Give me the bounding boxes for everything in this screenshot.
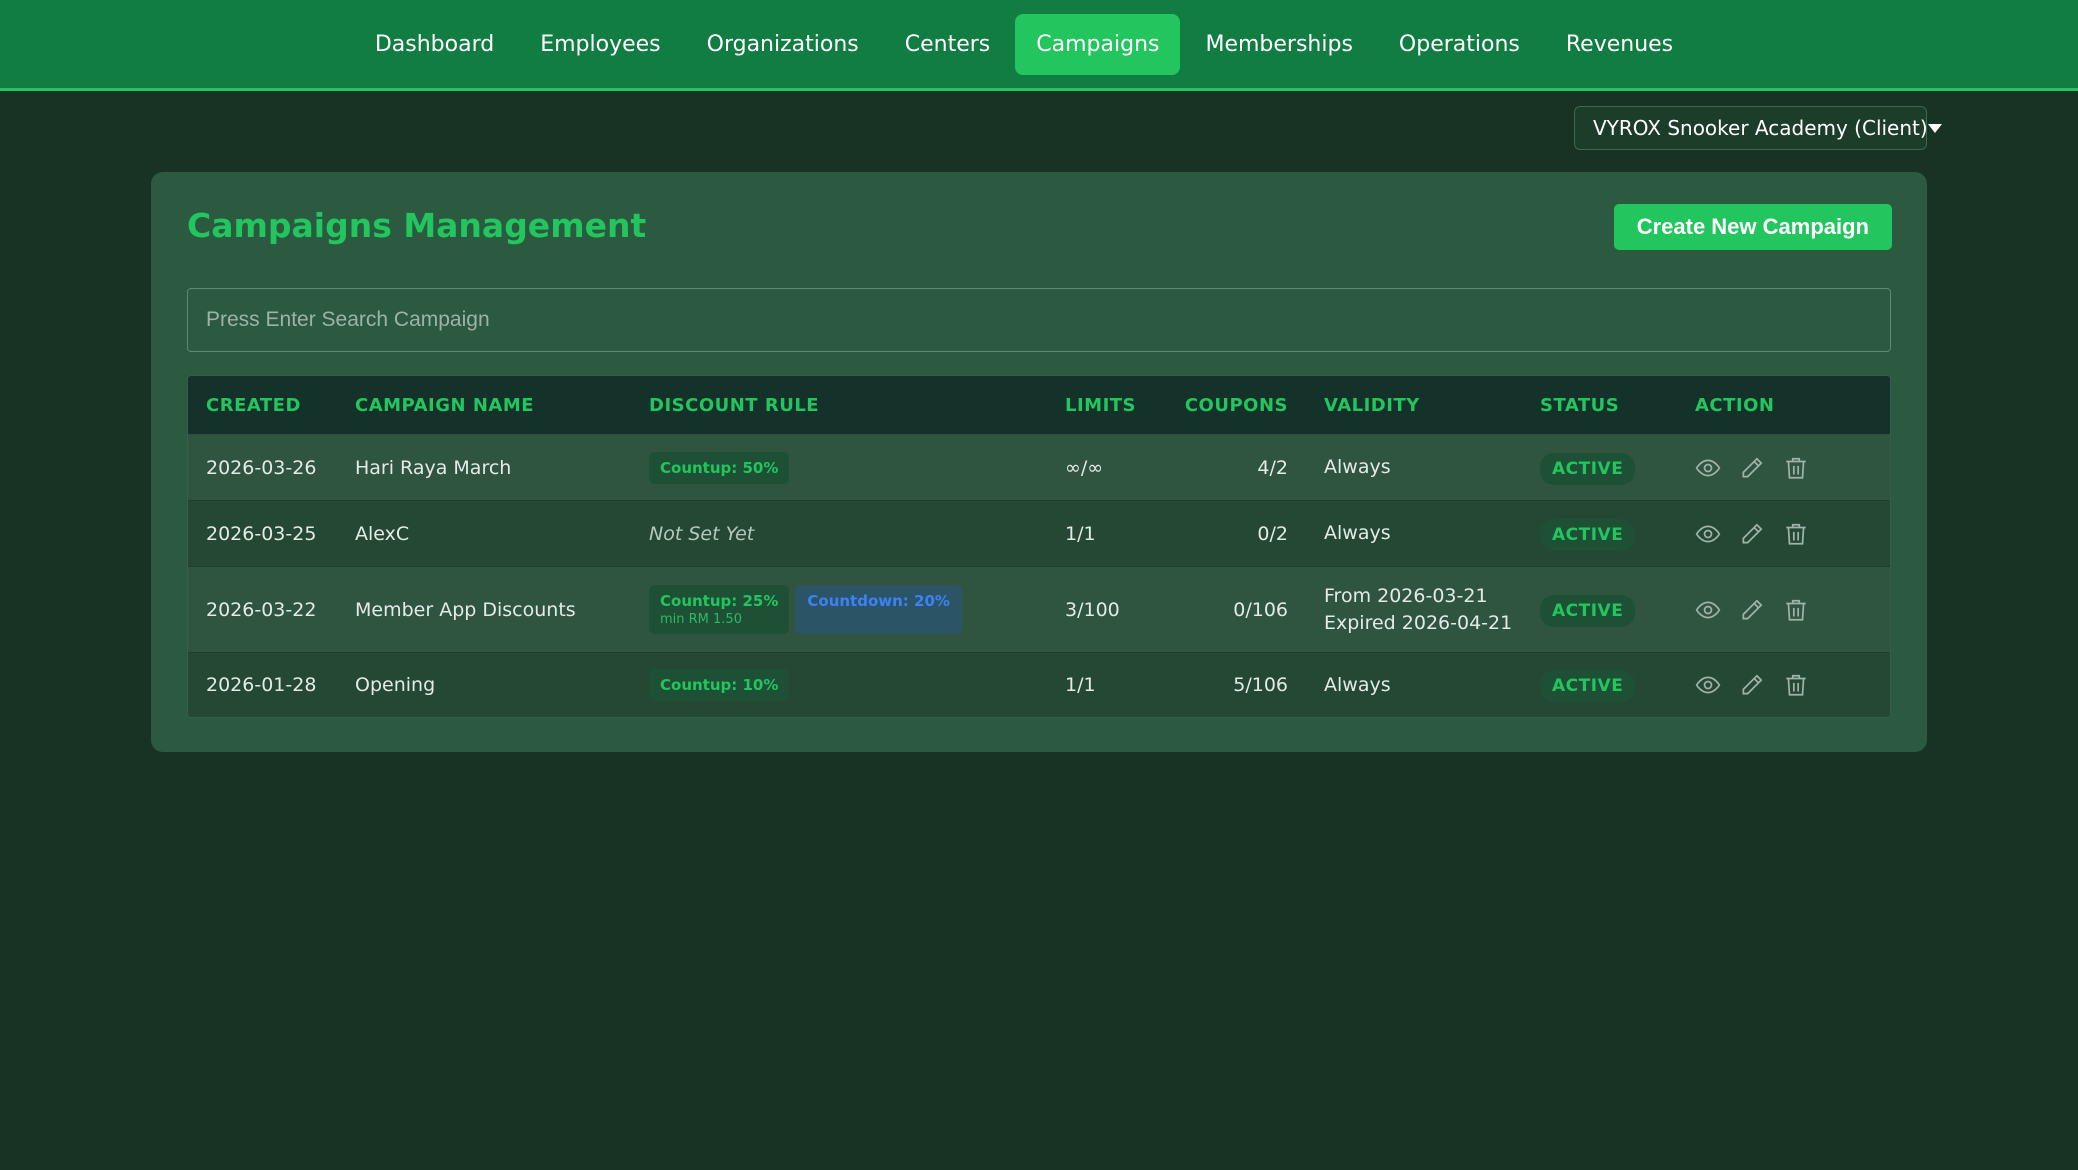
nav-dashboard[interactable]: Dashboard [354, 14, 515, 75]
create-campaign-button[interactable]: Create New Campaign [1613, 204, 1892, 250]
cell-limits: ∞/∞ [1065, 456, 1104, 479]
status-badge: ACTIVE [1540, 670, 1636, 702]
cell-actions [1695, 597, 1890, 623]
cell-validity: From 2026-03-21 Expired 2026-04-21 [1288, 583, 1540, 637]
discount-pill-countdown: Countdown: 20% [795, 585, 962, 634]
discount-pill-countup: Countup: 10% [649, 669, 790, 701]
client-select-value: VYROX Snooker Academy (Client) [1593, 116, 1928, 140]
status-badge: ACTIVE [1540, 518, 1636, 551]
nav-centers[interactable]: Centers [884, 14, 1012, 75]
validity-from: From 2026-03-21 [1324, 584, 1488, 607]
cell-coupons: 0/106 [1233, 598, 1288, 621]
cell-limits: 3/100 [1065, 598, 1120, 621]
discount-rule-empty: Not Set Yet [649, 522, 755, 545]
table-row: 2026-03-26 Hari Raya March Countup: 50% … [188, 435, 1890, 501]
campaigns-table: CREATED CAMPAIGN NAME DISCOUNT RULE LIMI… [187, 375, 1891, 718]
cell-campaign-name: Member App Discounts [355, 598, 576, 621]
cell-coupons: 4/2 [1257, 456, 1288, 479]
nav-organizations[interactable]: Organizations [686, 14, 880, 75]
caret-down-icon [1927, 123, 1942, 133]
cell-validity: Always [1324, 456, 1391, 478]
pencil-icon[interactable] [1739, 672, 1765, 698]
table-header: CREATED CAMPAIGN NAME DISCOUNT RULE LIMI… [188, 376, 1890, 435]
cell-validity: Always [1324, 522, 1391, 544]
cell-actions [1695, 521, 1890, 547]
header-discount-rule[interactable]: DISCOUNT RULE [649, 395, 1065, 416]
nav-operations[interactable]: Operations [1378, 14, 1541, 75]
table-row: 2026-03-25 AlexC Not Set Yet 1/1 0/2 Alw… [188, 501, 1890, 567]
client-row: VYROX Snooker Academy (Client) [0, 91, 2078, 171]
nav-revenues[interactable]: Revenues [1545, 14, 1694, 75]
eye-icon[interactable] [1695, 597, 1721, 623]
header-status[interactable]: STATUS [1540, 395, 1695, 416]
cell-actions [1695, 672, 1890, 698]
discount-pill-countup: Countup: 25% min RM 1.50 [649, 585, 790, 634]
pencil-icon[interactable] [1739, 597, 1765, 623]
cell-created: 2026-03-26 [206, 456, 317, 479]
discount-pill-countup: Countup: 50% [649, 451, 790, 484]
nav-memberships[interactable]: Memberships [1184, 14, 1373, 75]
cell-campaign-name: AlexC [355, 522, 410, 545]
campaigns-panel: Campaigns Management Create New Campaign… [151, 172, 1927, 752]
page-title: Campaigns Management [187, 206, 647, 245]
eye-icon[interactable] [1695, 521, 1721, 547]
discount-min-spend: min RM 1.50 [660, 612, 742, 627]
client-select[interactable]: VYROX Snooker Academy (Client) [1574, 106, 1942, 150]
header-validity[interactable]: VALIDITY [1288, 392, 1540, 419]
cell-discount-rule: Not Set Yet [649, 523, 1065, 545]
cell-status: ACTIVE [1540, 670, 1695, 702]
nav-campaigns[interactable]: Campaigns [1015, 13, 1181, 75]
cell-discount-rule: Countup: 50% [649, 451, 1065, 484]
pencil-icon[interactable] [1739, 455, 1765, 481]
cell-created: 2026-01-28 [206, 674, 317, 696]
status-badge: ACTIVE [1540, 452, 1636, 485]
cell-created: 2026-03-22 [206, 598, 317, 621]
cell-campaign-name: Opening [355, 674, 436, 696]
header-coupons[interactable]: COUPONS [1181, 395, 1288, 416]
cell-limits: 1/1 [1065, 522, 1096, 545]
cell-discount-rule: Countup: 25% min RM 1.50 Countdown: 20% [649, 585, 1065, 634]
cell-campaign-name: Hari Raya March [355, 456, 512, 479]
cell-coupons: 0/2 [1257, 522, 1288, 545]
cell-coupons: 5/106 [1233, 674, 1288, 696]
pencil-icon[interactable] [1739, 521, 1765, 547]
cell-status: ACTIVE [1540, 594, 1695, 627]
search-input[interactable] [187, 288, 1891, 352]
eye-icon[interactable] [1695, 672, 1721, 698]
top-navigation: Dashboard Employees Organizations Center… [0, 0, 2078, 91]
cell-discount-rule: Countup: 10% [649, 669, 1065, 701]
status-badge: ACTIVE [1540, 594, 1636, 627]
trash-icon[interactable] [1783, 455, 1809, 481]
cell-created: 2026-03-25 [206, 522, 317, 545]
header-limits[interactable]: LIMITS [1065, 395, 1181, 416]
cell-actions [1695, 455, 1890, 481]
header-campaign-name[interactable]: CAMPAIGN NAME [355, 395, 649, 416]
table-row: 2026-03-22 Member App Discounts Countup:… [188, 567, 1890, 653]
validity-expired: Expired 2026-04-21 [1324, 611, 1513, 634]
header-created[interactable]: CREATED [188, 395, 355, 416]
trash-icon[interactable] [1783, 597, 1809, 623]
trash-icon[interactable] [1783, 672, 1809, 698]
cell-status: ACTIVE [1540, 452, 1695, 485]
cell-validity: Always [1324, 673, 1391, 696]
header-action: ACTION [1695, 394, 1775, 416]
discount-countup-label: Countup: 25% [660, 592, 779, 610]
trash-icon[interactable] [1783, 521, 1809, 547]
cell-status: ACTIVE [1540, 518, 1695, 551]
table-row: 2026-01-28 Opening Countup: 10% 1/1 5/10… [188, 653, 1890, 717]
nav-employees[interactable]: Employees [519, 14, 681, 75]
eye-icon[interactable] [1695, 455, 1721, 481]
cell-limits: 1/1 [1065, 674, 1096, 696]
